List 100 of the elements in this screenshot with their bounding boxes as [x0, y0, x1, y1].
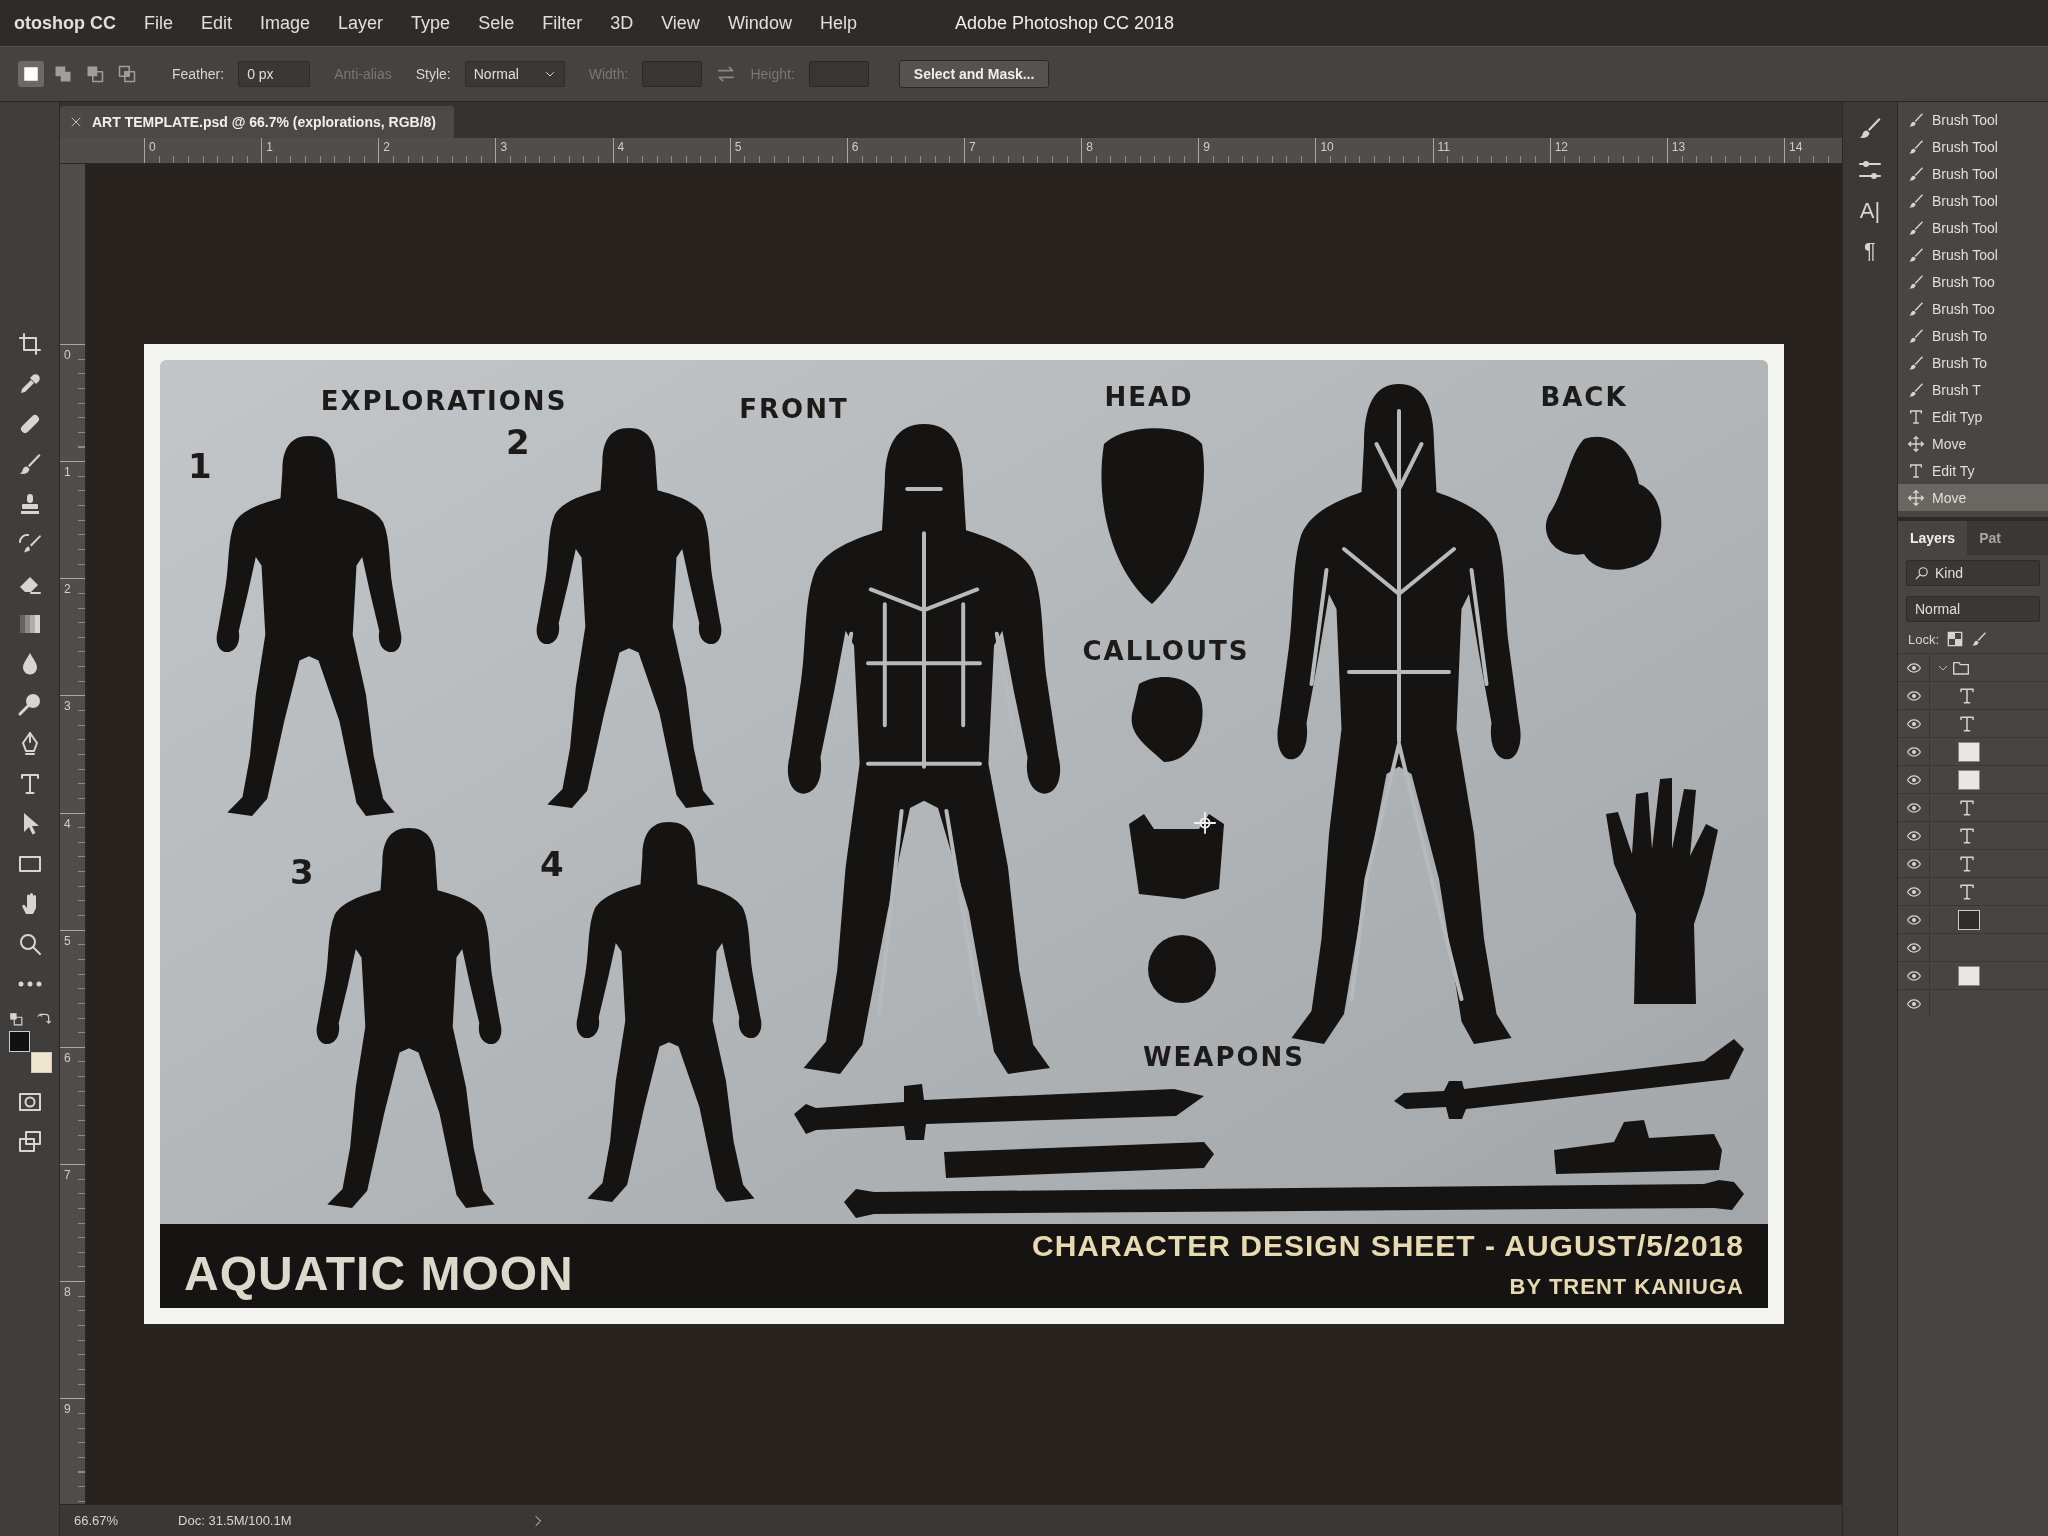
layer-filter-field[interactable]: Kind — [1906, 560, 2040, 586]
type-icon — [1958, 882, 1976, 901]
layer-row[interactable] — [1898, 961, 2048, 989]
menu-item[interactable]: Type — [411, 12, 451, 34]
swap-arrows-icon[interactable] — [716, 64, 737, 84]
width-field[interactable] — [642, 61, 703, 87]
history-item[interactable]: Move — [1898, 430, 2048, 457]
zoom-icon[interactable] — [17, 932, 42, 956]
eye-icon[interactable] — [1904, 800, 1923, 815]
character-panel-button[interactable]: A| — [1859, 200, 1881, 222]
menu-item[interactable]: Sele — [478, 12, 515, 34]
eye-icon[interactable] — [1904, 968, 1923, 983]
eye-icon[interactable] — [1904, 940, 1923, 955]
layer-row[interactable] — [1898, 849, 2048, 877]
history-item[interactable]: Brush To — [1898, 349, 2048, 376]
history-item[interactable]: Brush Tool — [1898, 133, 2048, 160]
eye-icon[interactable] — [1904, 660, 1923, 675]
pose-number: 3 — [290, 852, 314, 892]
blend-mode-dropdown[interactable]: Normal — [1906, 596, 2040, 622]
brush-icon — [1908, 273, 1924, 290]
history-item[interactable]: Brush T — [1898, 376, 2048, 403]
search-icon — [1915, 566, 1929, 580]
gradient-icon[interactable] — [17, 612, 42, 636]
feather-field[interactable]: 0 px — [238, 61, 311, 87]
layer-row[interactable] — [1898, 877, 2048, 905]
paragraph-panel-button[interactable]: ¶ — [1864, 240, 1876, 262]
history-item[interactable]: Move — [1898, 484, 2048, 511]
folder-icon — [1952, 659, 1970, 676]
ruler-number: 1 — [60, 461, 85, 579]
style-dropdown[interactable]: Normal — [464, 61, 565, 87]
layer-row[interactable] — [1898, 765, 2048, 793]
brush-icon[interactable] — [1858, 116, 1882, 140]
menu-item[interactable]: Filter — [542, 12, 583, 34]
section-label: CALLOUTS — [1082, 636, 1250, 666]
app-menu[interactable]: otoshop CC — [14, 12, 116, 34]
layer-row[interactable] — [1898, 681, 2048, 709]
menu-item[interactable]: Help — [819, 12, 857, 34]
brush-icon — [1908, 246, 1924, 263]
brush-icon — [1908, 354, 1924, 371]
square-icon[interactable] — [18, 61, 44, 87]
checkerboard-icon[interactable] — [1947, 631, 1964, 647]
history-item[interactable]: Brush Tool — [1898, 160, 2048, 187]
history-item[interactable]: Edit Typ — [1898, 403, 2048, 430]
history-item[interactable]: Edit Ty — [1898, 457, 2048, 484]
panel-tab[interactable]: Pat — [1967, 521, 2013, 555]
history-item[interactable]: Brush Tool — [1898, 106, 2048, 133]
eye-icon[interactable] — [1904, 688, 1923, 703]
brush-icon — [1908, 138, 1924, 155]
close-icon[interactable] — [70, 116, 82, 128]
crop-icon[interactable] — [17, 332, 42, 356]
layer-row[interactable] — [1898, 653, 2048, 681]
layer-thumbnail — [1958, 769, 1980, 790]
panel-tab[interactable]: Layers — [1898, 521, 1968, 555]
background-color-swatch[interactable] — [30, 1052, 52, 1073]
document-tab[interactable]: ART TEMPLATE.psd @ 66.7% (explorations, RGB/8) — [60, 106, 454, 138]
history-item[interactable]: Brush To — [1898, 322, 2048, 349]
lollipop-icon[interactable] — [17, 692, 42, 716]
menu-item[interactable]: Edit — [201, 12, 233, 34]
menu-item[interactable]: 3D — [610, 12, 634, 34]
eye-icon[interactable] — [1904, 828, 1923, 843]
ruler-number: 7 — [964, 138, 1082, 163]
eye-icon[interactable] — [1904, 856, 1923, 871]
history-item[interactable]: Brush Too — [1898, 268, 2048, 295]
history-item[interactable]: Brush Tool — [1898, 187, 2048, 214]
history-item[interactable]: Brush Tool — [1898, 241, 2048, 268]
eye-icon[interactable] — [1904, 716, 1923, 731]
screen-mode-icon[interactable] — [17, 1130, 42, 1154]
layer-row[interactable] — [1898, 793, 2048, 821]
quick-mask-icon[interactable] — [17, 1090, 42, 1114]
select-and-mask-button[interactable]: Select and Mask... — [898, 60, 1050, 88]
zoom-level-field[interactable]: 66.67% — [74, 1513, 119, 1528]
ruler-number: 6 — [60, 1046, 85, 1164]
default-colors-icon[interactable] — [8, 1012, 23, 1026]
eye-icon[interactable] — [1904, 912, 1923, 927]
layer-row[interactable] — [1898, 821, 2048, 849]
brush-icon[interactable] — [17, 452, 42, 476]
menu-item[interactable]: Image — [260, 12, 311, 34]
brush-icon[interactable] — [1971, 631, 1988, 647]
type-icon — [1908, 408, 1924, 425]
menu-item[interactable]: Layer — [338, 12, 384, 34]
sliders-icon[interactable] — [1858, 158, 1882, 182]
layer-row[interactable] — [1898, 905, 2048, 933]
menu-item[interactable]: File — [144, 12, 173, 34]
height-field[interactable] — [808, 61, 869, 87]
brush-icon — [1908, 111, 1924, 128]
section-label: BACK — [1540, 382, 1628, 412]
ruler-number: 3 — [60, 695, 85, 813]
eye-icon[interactable] — [1904, 996, 1923, 1011]
menu-item[interactable]: View — [661, 12, 700, 34]
eye-icon[interactable] — [1904, 772, 1923, 787]
foreground-color-swatch[interactable] — [8, 1031, 30, 1052]
swap-colors-icon[interactable] — [36, 1012, 51, 1026]
brush-icon — [1908, 300, 1924, 317]
menu-item[interactable]: Window — [727, 12, 792, 34]
history-item[interactable]: Brush Tool — [1898, 214, 2048, 241]
history-item[interactable]: Brush Too — [1898, 295, 2048, 322]
layer-row[interactable] — [1898, 737, 2048, 765]
eye-icon[interactable] — [1904, 744, 1923, 759]
eye-icon[interactable] — [1904, 884, 1923, 899]
layer-row[interactable] — [1898, 709, 2048, 737]
